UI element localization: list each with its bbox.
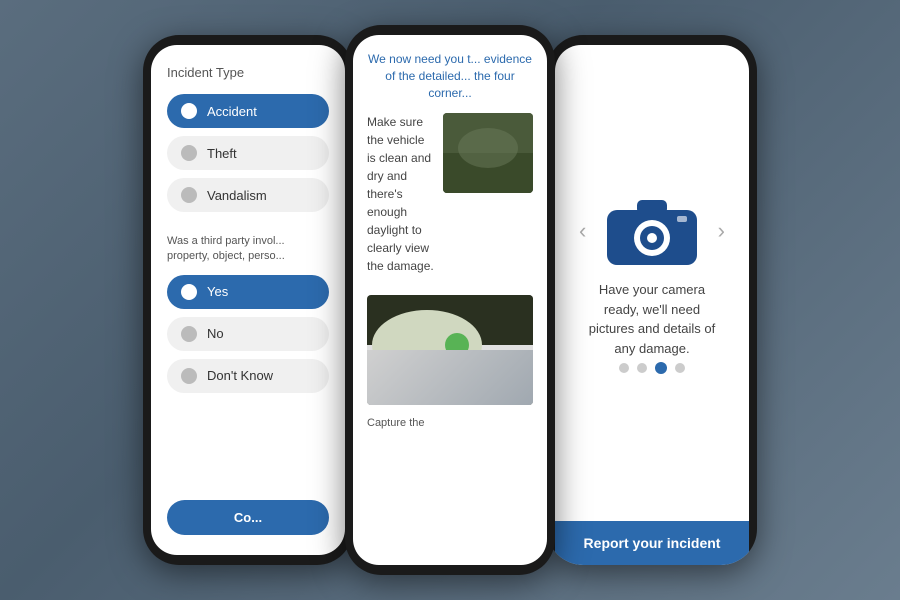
option-no[interactable]: No (167, 317, 329, 351)
screen3-inner: ‹ › Have your camera ready, we'll need p… (555, 45, 749, 521)
scene: Incident Type Accident Theft Vandalism W… (0, 0, 900, 600)
radio-dot-accident (181, 103, 197, 119)
phone-1: Incident Type Accident Theft Vandalism W… (143, 35, 353, 565)
option-no-label: No (207, 326, 224, 341)
dot-1[interactable] (619, 363, 629, 373)
radio-dot-vandalism (181, 187, 197, 203)
car-image-1 (443, 113, 533, 193)
dot-3[interactable] (655, 362, 667, 374)
phone-3: ‹ › Have your camera ready, we'll need p… (547, 35, 757, 565)
option-dont-know-label: Don't Know (207, 368, 273, 383)
radio-dot-yes (181, 284, 197, 300)
screen2-content: We now need you t... evidence of the det… (353, 35, 547, 565)
phone-2: We now need you t... evidence of the det… (345, 25, 555, 575)
radio-dot-theft (181, 145, 197, 161)
option-yes-label: Yes (207, 284, 228, 299)
option-dont-know[interactable]: Don't Know (167, 359, 329, 393)
option-yes[interactable]: Yes (167, 275, 329, 309)
radio-dot-dont-know (181, 368, 197, 384)
option-theft[interactable]: Theft (167, 136, 329, 170)
screen2-header-text: We now need you t... evidence of the det… (368, 52, 532, 100)
option-vandalism[interactable]: Vandalism (167, 178, 329, 212)
camera-description: Have your camera ready, we'll need pictu… (571, 280, 733, 358)
screen1-content: Incident Type Accident Theft Vandalism W… (151, 45, 345, 555)
radio-dot-no (181, 326, 197, 342)
right-arrow[interactable]: › (710, 214, 733, 248)
phone-1-screen: Incident Type Accident Theft Vandalism W… (151, 45, 345, 555)
car-image-2 (367, 295, 533, 405)
dot-4[interactable] (675, 363, 685, 373)
option-theft-label: Theft (207, 146, 237, 161)
phone-2-screen: We now need you t... evidence of the det… (353, 35, 547, 565)
continue-button[interactable]: Co... (167, 500, 329, 535)
screen2-instruction-row: Make sure the vehicle is clean and dry a… (367, 113, 533, 287)
capture-label: Capture the (367, 417, 533, 429)
option-vandalism-label: Vandalism (207, 188, 267, 203)
option-accident[interactable]: Accident (167, 94, 329, 128)
incident-type-title: Incident Type (167, 65, 329, 80)
third-party-question: Was a third party invol... property, obj… (167, 234, 329, 265)
report-button[interactable]: Report your incident (555, 521, 749, 565)
dot-2[interactable] (637, 363, 647, 373)
left-arrow[interactable]: ‹ (571, 214, 594, 248)
screen2-header: We now need you t... evidence of the det… (367, 51, 533, 101)
camera-icon (602, 192, 702, 270)
option-accident-label: Accident (207, 104, 257, 119)
phone-3-screen: ‹ › Have your camera ready, we'll need p… (555, 45, 749, 565)
screen2-instruction-text: Make sure the vehicle is clean and dry a… (367, 113, 435, 275)
pagination-dots (619, 362, 685, 374)
